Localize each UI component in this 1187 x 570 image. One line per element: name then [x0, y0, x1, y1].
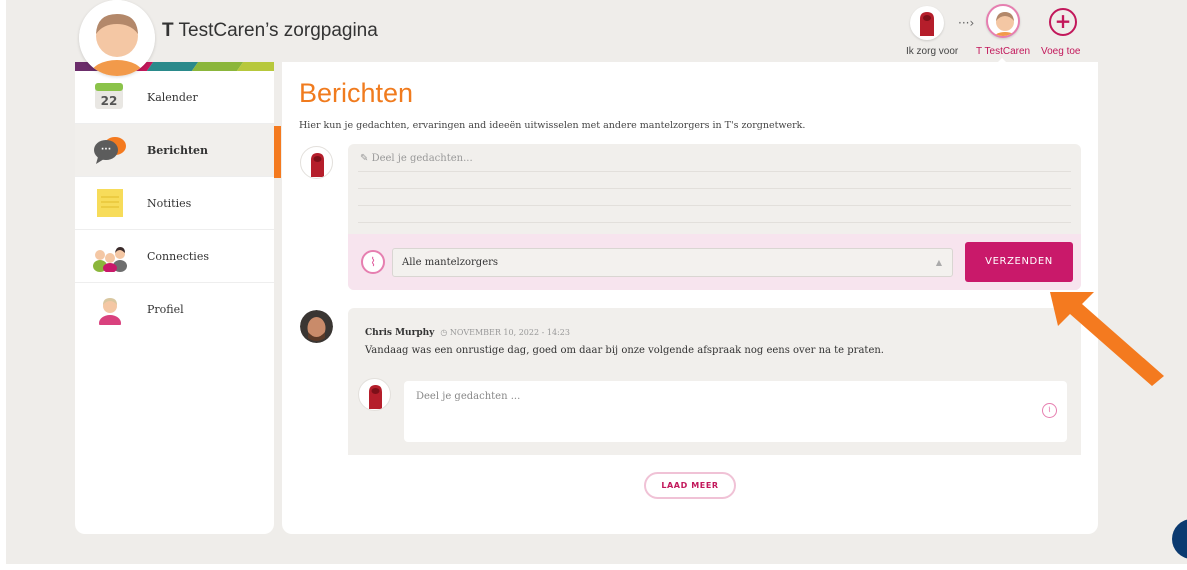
- main-panel: Berichten Hier kun je gedachten, ervarin…: [282, 62, 1098, 534]
- send-button[interactable]: VERZENDEN: [965, 242, 1073, 282]
- post-author-avatar: [300, 310, 333, 343]
- author-photo-icon: [300, 310, 333, 343]
- care-recipient-face-icon: [994, 12, 1016, 36]
- compose-toolbar: ⌇ Alle mantelzorgers ▲ VERZENDEN: [348, 234, 1081, 290]
- sidebar-item-notities[interactable]: Notities: [75, 177, 274, 230]
- sidebar-item-connecties[interactable]: Connecties: [75, 230, 274, 283]
- reply-input[interactable]: Deel je gedachten ... ⌇: [404, 381, 1067, 442]
- reply-attach-icon[interactable]: ⌇: [1042, 403, 1057, 418]
- sidebar-item-label: Kalender: [147, 90, 198, 104]
- active-tab-indicator: [274, 126, 281, 178]
- sidebar-item-label: Connecties: [147, 249, 209, 263]
- caregiver-hoodie-icon: [920, 12, 934, 36]
- sidebar-item-label: Notities: [147, 196, 192, 210]
- hoodie-icon: [369, 385, 382, 409]
- sidebar-item-profiel[interactable]: Profiel: [75, 283, 274, 336]
- chat-dots-glyph: ···: [101, 145, 111, 155]
- post-date: NOVEMBER 10, 2022 - 14:23: [449, 328, 570, 337]
- sidebar: 22 Kalender ··· Berichten Notities Conne…: [75, 62, 274, 534]
- recipients-select[interactable]: Alle mantelzorgers ▲: [392, 248, 953, 277]
- patient-avatar-image: [79, 0, 155, 76]
- select-caret-icon: ▲: [935, 258, 942, 267]
- app-canvas: T TestCaren’s zorgpagina ···› + Ik zorg …: [6, 0, 1187, 564]
- current-person-link[interactable]: T TestCaren: [976, 46, 1030, 57]
- help-chat-button[interactable]: [1172, 519, 1187, 559]
- post-author: Chris Murphy: [365, 328, 435, 338]
- sidebar-item-label: Berichten: [147, 143, 209, 157]
- post-body: Vandaag was een onrustige dag, goed om d…: [365, 345, 884, 356]
- caregiver-avatar[interactable]: [910, 6, 944, 40]
- calendar-icon: 22: [92, 81, 128, 113]
- attach-button[interactable]: ⌇: [361, 250, 385, 274]
- paperclip-icon: ⌇: [370, 255, 376, 269]
- load-more-button[interactable]: LAAD MEER: [644, 472, 736, 499]
- ik-zorg-voor-label: Ik zorg voor: [906, 46, 959, 57]
- message-post: Chris Murphy ◷ NOVEMBER 10, 2022 - 14:23 …: [348, 308, 1081, 455]
- current-user-avatar: [300, 146, 333, 179]
- section-title: Berichten: [299, 78, 414, 108]
- chat-bubbles-icon: ···: [92, 134, 128, 166]
- reply-user-avatar: [358, 378, 391, 411]
- profile-person-icon: [92, 293, 128, 331]
- section-intro: Hier kun je gedachten, ervaringen and id…: [299, 120, 806, 131]
- relation-arrow-icon: ···›: [958, 16, 975, 30]
- compose-lines: [358, 155, 1071, 223]
- sidebar-item-berichten[interactable]: ··· Berichten: [75, 124, 274, 177]
- add-label-link[interactable]: Voeg toe: [1041, 46, 1080, 57]
- sticky-note-icon: [92, 187, 128, 219]
- people-icon: [92, 240, 128, 273]
- annotation-arrow-icon: [1050, 292, 1164, 386]
- add-care-recipient-button[interactable]: +: [1049, 8, 1077, 36]
- reply-placeholder: Deel je gedachten ...: [416, 391, 521, 402]
- care-recipient-avatar[interactable]: [986, 4, 1020, 38]
- calendar-day-number: 22: [101, 94, 118, 108]
- clock-icon: ◷: [440, 328, 450, 337]
- top-navigation: ···› + Ik zorg voor T TestCaren Voeg toe: [896, 0, 1096, 66]
- page-title: T TestCaren’s zorgpagina: [162, 20, 378, 41]
- compose-box: ✎ Deel je gedachten... ⌇ Alle mantelzorg…: [348, 144, 1081, 290]
- compose-input[interactable]: ✎ Deel je gedachten...: [360, 153, 473, 164]
- post-meta: Chris Murphy ◷ NOVEMBER 10, 2022 - 14:23: [365, 328, 570, 338]
- patient-avatar[interactable]: [79, 0, 155, 76]
- hoodie-icon: [311, 153, 324, 177]
- sidebar-item-kalender[interactable]: 22 Kalender: [75, 71, 274, 124]
- sidebar-item-label: Profiel: [147, 303, 184, 316]
